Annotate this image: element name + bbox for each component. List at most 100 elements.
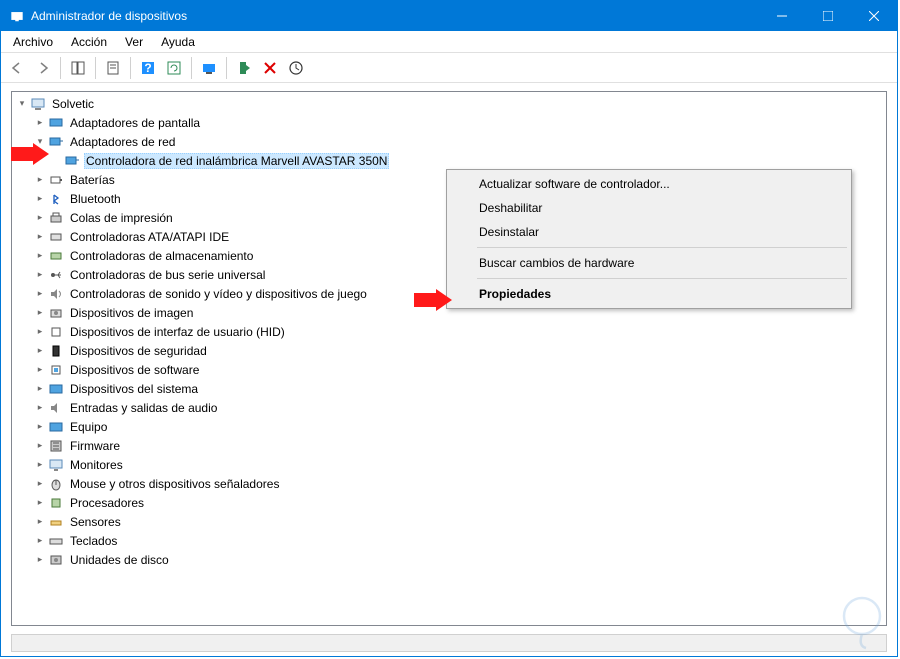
chevron-right-icon[interactable]: ▸ — [32, 400, 48, 416]
tree-label: Equipo — [68, 419, 109, 435]
tree-item[interactable]: ▸Dispositivos de seguridad — [12, 341, 886, 360]
tree-label: Colas de impresión — [68, 210, 175, 226]
watermark-icon — [832, 591, 892, 651]
tree-item[interactable]: ▸ Dispositivos de software — [12, 360, 886, 379]
ctx-scan-hardware[interactable]: Buscar cambios de hardware — [449, 251, 849, 275]
sound-controller-icon — [48, 286, 64, 302]
forward-button[interactable] — [31, 56, 55, 80]
chevron-right-icon[interactable]: ▸ — [32, 324, 48, 340]
tree-label: Controladoras de sonido y vídeo y dispos… — [68, 286, 369, 302]
tree-label: Dispositivos de software — [68, 362, 201, 378]
device-tree[interactable]: ▾ Solvetic ▸ Adaptadores de pantalla ▾ A… — [12, 92, 886, 571]
tree-label: Unidades de disco — [68, 552, 171, 568]
sensor-icon — [48, 514, 64, 530]
imaging-device-icon — [48, 305, 64, 321]
menu-action[interactable]: Acción — [63, 33, 115, 51]
tree-item-selected[interactable]: Controladora de red inalámbrica Marvell … — [12, 151, 886, 170]
tree-item[interactable]: ▸ Procesadores — [12, 493, 886, 512]
chevron-right-icon[interactable]: ▸ — [32, 248, 48, 264]
tree-label: Dispositivos de interfaz de usuario (HID… — [68, 324, 287, 340]
chevron-right-icon[interactable]: ▸ — [32, 286, 48, 302]
menu-file[interactable]: Archivo — [5, 33, 61, 51]
menubar: Archivo Acción Ver Ayuda — [1, 31, 897, 53]
processor-icon — [48, 495, 64, 511]
chevron-right-icon[interactable]: ▸ — [32, 210, 48, 226]
ctx-disable[interactable]: Deshabilitar — [449, 196, 849, 220]
show-hide-tree-button[interactable] — [66, 56, 90, 80]
tree-root[interactable]: ▾ Solvetic — [12, 94, 886, 113]
tree-item[interactable]: ▸ Equipo — [12, 417, 886, 436]
chevron-right-icon[interactable]: ▸ — [32, 476, 48, 492]
tree-item[interactable]: ▸Dispositivos del sistema — [12, 379, 886, 398]
tree-item[interactable]: ▸ Entradas y salidas de audio — [12, 398, 886, 417]
firmware-icon — [48, 438, 64, 454]
chevron-right-icon[interactable]: ▸ — [32, 115, 48, 131]
chevron-right-icon[interactable]: ▸ — [32, 495, 48, 511]
usb-controller-icon — [48, 267, 64, 283]
uninstall-button[interactable] — [258, 56, 282, 80]
software-device-icon — [48, 362, 64, 378]
security-device-icon — [48, 343, 64, 359]
chevron-right-icon[interactable]: ▸ — [32, 362, 48, 378]
chevron-right-icon[interactable]: ▸ — [32, 191, 48, 207]
ctx-properties[interactable]: Propiedades — [449, 282, 849, 306]
chevron-right-icon[interactable]: ▸ — [32, 267, 48, 283]
device-manager-window: Administrador de dispositivos Archivo Ac… — [0, 0, 898, 657]
print-queue-icon — [48, 210, 64, 226]
chevron-right-icon[interactable]: ▸ — [32, 343, 48, 359]
bluetooth-icon — [48, 191, 64, 207]
chevron-right-icon[interactable]: ▸ — [32, 552, 48, 568]
chevron-right-icon[interactable]: ▸ — [32, 381, 48, 397]
chevron-right-icon[interactable]: ▸ — [32, 305, 48, 321]
toolbar-separator — [226, 57, 227, 79]
battery-icon — [48, 172, 64, 188]
properties-button[interactable] — [101, 56, 125, 80]
menu-view[interactable]: Ver — [117, 33, 151, 51]
chevron-right-icon[interactable]: ▸ — [32, 438, 48, 454]
tree-label: Entradas y salidas de audio — [68, 400, 219, 416]
chevron-right-icon[interactable]: ▸ — [32, 229, 48, 245]
chevron-down-icon[interactable]: ▾ — [14, 96, 30, 112]
context-menu: Actualizar software de controlador... De… — [446, 169, 852, 309]
tree-item[interactable]: ▸ Adaptadores de pantalla — [12, 113, 886, 132]
annotation-arrow-icon — [11, 143, 51, 165]
tree-label: Procesadores — [68, 495, 146, 511]
tree-selected-label: Controladora de red inalámbrica Marvell … — [84, 153, 389, 169]
help-button[interactable]: ? — [136, 56, 160, 80]
display-adapter-icon — [48, 115, 64, 131]
ctx-update-driver[interactable]: Actualizar software de controlador... — [449, 172, 849, 196]
tree-item[interactable]: ▸Sensores — [12, 512, 886, 531]
enable-button[interactable] — [232, 56, 256, 80]
chevron-right-icon[interactable]: ▸ — [32, 514, 48, 530]
maximize-button[interactable] — [805, 1, 851, 31]
tree-item[interactable]: ▸ Unidades de disco — [12, 550, 886, 569]
chevron-right-icon[interactable]: ▸ — [32, 419, 48, 435]
chevron-right-icon[interactable]: ▸ — [32, 172, 48, 188]
ctx-uninstall[interactable]: Desinstalar — [449, 220, 849, 244]
tree-label: Teclados — [68, 533, 119, 549]
chevron-right-icon[interactable]: ▸ — [32, 533, 48, 549]
scan-hardware-button[interactable] — [284, 56, 308, 80]
tree-label: Monitores — [68, 457, 125, 473]
svg-text:?: ? — [144, 61, 151, 75]
chevron-right-icon[interactable]: ▸ — [32, 457, 48, 473]
tree-label: Mouse y otros dispositivos señaladores — [68, 476, 281, 492]
tree-item-network-adapters[interactable]: ▾ Adaptadores de red — [12, 132, 886, 151]
close-button[interactable] — [851, 1, 897, 31]
tree-item[interactable]: ▸ Mouse y otros dispositivos señaladores — [12, 474, 886, 493]
tree-item[interactable]: ▸ Teclados — [12, 531, 886, 550]
storage-controller-icon — [48, 248, 64, 264]
back-button[interactable] — [5, 56, 29, 80]
minimize-button[interactable] — [759, 1, 805, 31]
refresh-button[interactable] — [162, 56, 186, 80]
annotation-arrow-icon — [414, 289, 454, 311]
toolbar-separator — [95, 57, 96, 79]
update-driver-button[interactable] — [197, 56, 221, 80]
tree-item[interactable]: ▸ Firmware — [12, 436, 886, 455]
tree-item[interactable]: ▸ Monitores — [12, 455, 886, 474]
tree-label: Firmware — [68, 438, 122, 454]
tree-item[interactable]: ▸ Dispositivos de interfaz de usuario (HI… — [12, 322, 886, 341]
toolbar-separator — [60, 57, 61, 79]
menu-help[interactable]: Ayuda — [153, 33, 203, 51]
ctx-separator — [477, 247, 847, 248]
